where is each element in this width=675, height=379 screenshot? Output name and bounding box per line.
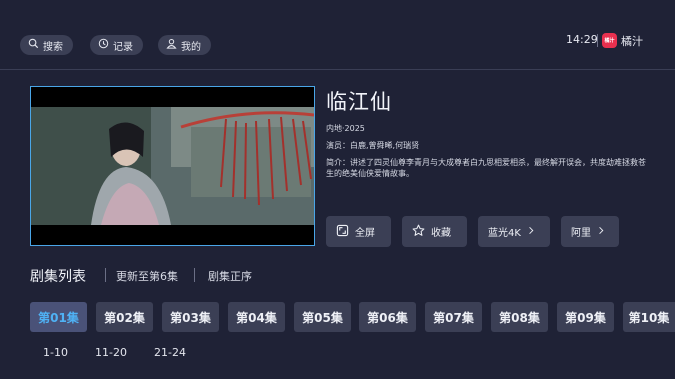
show-synopsis: 简介：讲述了四灵仙尊李青月与大成尊者白九思相爱相杀，最终解开误会，共度劫难拯救苍… xyxy=(326,158,646,178)
fullscreen-button[interactable]: 全屏 xyxy=(326,216,391,247)
fullscreen-icon xyxy=(336,224,349,240)
quality-label: 蓝光4K xyxy=(488,228,521,239)
episode-button[interactable]: 第01集 xyxy=(30,302,87,332)
search-button[interactable]: 搜索 xyxy=(20,35,73,55)
search-icon xyxy=(28,38,39,52)
episode-range-tab[interactable]: 11-20 xyxy=(95,346,127,359)
episode-list-title: 剧集列表 xyxy=(30,269,86,285)
fullscreen-label: 全屏 xyxy=(355,228,375,239)
episode-order-toggle[interactable]: 剧集正序 xyxy=(208,268,252,284)
episode-button[interactable]: 第10集 xyxy=(623,302,675,332)
clock: 14:29 xyxy=(566,33,598,46)
chevron-right-icon xyxy=(597,226,606,238)
show-title: 临江仙 xyxy=(326,90,392,114)
header-divider xyxy=(0,69,675,70)
source-label: 阿里 xyxy=(571,228,591,239)
star-icon xyxy=(412,224,425,240)
history-button[interactable]: 记录 xyxy=(90,35,143,55)
episode-button[interactable]: 第07集 xyxy=(425,302,482,332)
history-icon xyxy=(98,38,109,52)
brand-name: 橘汁 xyxy=(621,35,643,48)
history-label: 记录 xyxy=(113,41,133,53)
episode-button[interactable]: 第06集 xyxy=(359,302,416,332)
update-status: 更新至第6集 xyxy=(116,270,178,283)
search-label: 搜索 xyxy=(43,41,63,53)
episode-button[interactable]: 第02集 xyxy=(96,302,153,332)
favorite-label: 收藏 xyxy=(431,228,451,239)
favorite-button[interactable]: 收藏 xyxy=(402,216,467,247)
episode-range-tab[interactable]: 1-10 xyxy=(43,346,68,359)
profile-button[interactable]: 我的 xyxy=(158,35,211,55)
divider xyxy=(105,268,106,282)
quality-button[interactable]: 蓝光4K xyxy=(478,216,550,247)
poster-image xyxy=(31,87,314,245)
show-meta: 内地·2025 xyxy=(326,124,365,133)
user-icon xyxy=(166,38,177,52)
top-bar: 搜索 记录 我的 14:29 橘汁 橘汁 xyxy=(0,0,675,70)
episode-button[interactable]: 第04集 xyxy=(228,302,285,332)
episode-button[interactable]: 第08集 xyxy=(491,302,548,332)
divider xyxy=(194,268,195,282)
divider xyxy=(597,34,598,47)
episode-button[interactable]: 第03集 xyxy=(162,302,219,332)
brand-logo: 橘汁 xyxy=(602,33,617,48)
video-preview[interactable] xyxy=(30,86,315,246)
episode-button[interactable]: 第05集 xyxy=(294,302,351,332)
episode-range-tab[interactable]: 21-24 xyxy=(154,346,186,359)
show-cast: 演员：白鹿,曾舜晞,何瑞贤 xyxy=(326,141,420,150)
chevron-right-icon xyxy=(527,226,536,238)
source-button[interactable]: 阿里 xyxy=(561,216,619,247)
profile-label: 我的 xyxy=(181,41,201,53)
episode-button[interactable]: 第09集 xyxy=(557,302,614,332)
